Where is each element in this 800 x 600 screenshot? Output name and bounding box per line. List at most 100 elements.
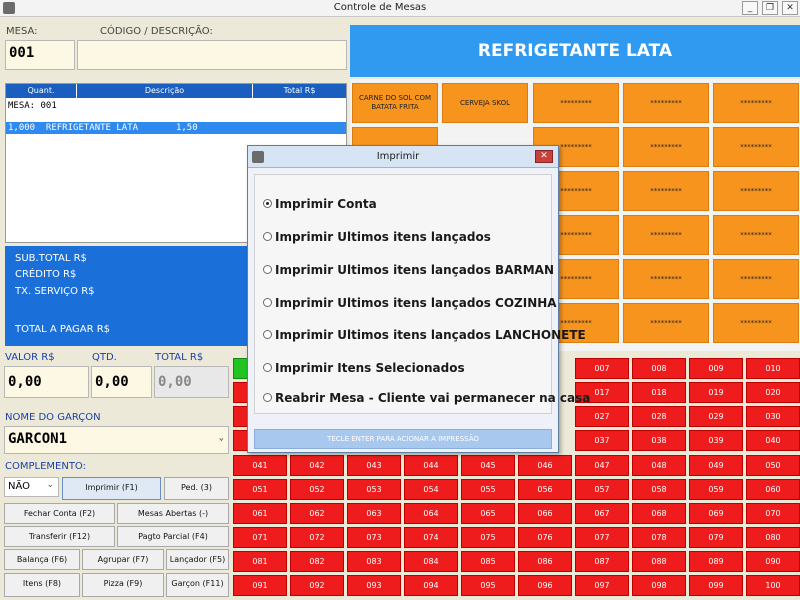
table-button[interactable]: 046 [518, 455, 572, 476]
table-button[interactable]: 074 [404, 527, 458, 548]
table-button[interactable]: 028 [632, 406, 686, 427]
table-button[interactable]: 018 [632, 382, 686, 403]
table-button[interactable]: 027 [575, 406, 629, 427]
table-button[interactable]: 020 [746, 382, 800, 403]
table-button[interactable]: 039 [689, 430, 743, 451]
product-button[interactable]: ********* [713, 259, 799, 299]
option-ultimos-barman[interactable]: Imprimir Ultimos itens lançados BARMAN [263, 263, 554, 277]
table-button[interactable]: 093 [347, 575, 401, 596]
table-button[interactable]: 068 [632, 503, 686, 524]
table-button[interactable]: 053 [347, 479, 401, 500]
table-button[interactable]: 082 [290, 551, 344, 572]
qtd-field[interactable]: 0,00 [91, 366, 152, 398]
table-button[interactable]: 043 [347, 455, 401, 476]
table-button[interactable]: 097 [575, 575, 629, 596]
table-button[interactable]: 063 [347, 503, 401, 524]
valor-field[interactable]: 0,00 [4, 366, 89, 398]
option-ultimos-itens[interactable]: Imprimir Ultimos itens lançados [263, 230, 491, 244]
table-button[interactable]: 044 [404, 455, 458, 476]
table-button[interactable]: 070 [746, 503, 800, 524]
product-button[interactable]: ********* [623, 171, 709, 211]
codigo-field[interactable] [77, 40, 347, 70]
table-button[interactable]: 094 [404, 575, 458, 596]
table-button[interactable]: 064 [404, 503, 458, 524]
table-button[interactable]: 029 [689, 406, 743, 427]
table-button[interactable]: 099 [689, 575, 743, 596]
table-button[interactable]: 030 [746, 406, 800, 427]
dialog-close-button[interactable]: ✕ [535, 150, 553, 163]
table-button[interactable]: 059 [689, 479, 743, 500]
itens-button[interactable]: Itens (F8) [4, 573, 80, 597]
ped-button[interactable]: Ped. (3) [164, 477, 229, 500]
list-item[interactable]: 1,000 REFRIGETANTE LATA 1,50 [6, 122, 346, 134]
option-reabrir-mesa[interactable]: Reabrir Mesa - Cliente vai permanecer na… [263, 391, 590, 405]
option-itens-selecionados[interactable]: Imprimir Itens Selecionados [263, 361, 465, 375]
table-button[interactable]: 045 [461, 455, 515, 476]
product-button[interactable]: ********* [713, 83, 799, 123]
col-header-total[interactable]: Total R$ [253, 84, 346, 98]
table-button[interactable]: 085 [461, 551, 515, 572]
table-button[interactable]: 086 [518, 551, 572, 572]
table-button[interactable]: 075 [461, 527, 515, 548]
pagto-parcial-button[interactable]: Pagto Parcial (F4) [117, 526, 229, 547]
agrupar-button[interactable]: Agrupar (F7) [82, 549, 164, 570]
transferir-button[interactable]: Transferir (F12) [4, 526, 115, 547]
table-button[interactable]: 009 [689, 358, 743, 379]
table-button[interactable]: 067 [575, 503, 629, 524]
table-button[interactable]: 069 [689, 503, 743, 524]
table-button[interactable]: 066 [518, 503, 572, 524]
table-button[interactable]: 019 [689, 382, 743, 403]
product-button[interactable]: ********* [533, 83, 619, 123]
table-button[interactable]: 079 [689, 527, 743, 548]
table-button[interactable]: 100 [746, 575, 800, 596]
table-button[interactable]: 054 [404, 479, 458, 500]
option-ultimos-lanchonete[interactable]: Imprimir Ultimos itens lançados LANCHONE… [263, 328, 586, 342]
fechar-conta-button[interactable]: Fechar Conta (F2) [4, 503, 115, 524]
table-button[interactable]: 058 [632, 479, 686, 500]
option-ultimos-cozinha[interactable]: Imprimir Ultimos itens lançados COZINHA [263, 296, 557, 310]
table-button[interactable]: 062 [290, 503, 344, 524]
table-button[interactable]: 047 [575, 455, 629, 476]
table-button[interactable]: 095 [461, 575, 515, 596]
product-button[interactable]: CERVEJA SKOL [442, 83, 528, 123]
table-button[interactable]: 052 [290, 479, 344, 500]
table-button[interactable]: 088 [632, 551, 686, 572]
minimize-button[interactable]: _ [742, 1, 758, 15]
col-header-quant[interactable]: Quant. [6, 84, 76, 98]
product-button[interactable]: ********* [623, 83, 709, 123]
table-button[interactable]: 038 [632, 430, 686, 451]
table-button[interactable]: 089 [689, 551, 743, 572]
table-button[interactable]: 041 [233, 455, 287, 476]
imprimir-button[interactable]: Imprimir (F1) [62, 477, 161, 500]
mesa-field[interactable]: 001 [5, 40, 75, 70]
table-button[interactable]: 048 [632, 455, 686, 476]
table-button[interactable]: 083 [347, 551, 401, 572]
col-header-descricao[interactable]: Descrição [77, 84, 252, 98]
product-button[interactable]: ********* [623, 303, 709, 343]
table-button[interactable]: 071 [233, 527, 287, 548]
product-button[interactable]: ********* [623, 215, 709, 255]
product-button[interactable]: ********* [623, 127, 709, 167]
table-button[interactable]: 040 [746, 430, 800, 451]
garcon-button[interactable]: Garçon (F11) [166, 573, 229, 597]
table-button[interactable]: 010 [746, 358, 800, 379]
table-button[interactable]: 081 [233, 551, 287, 572]
lancador-button[interactable]: Lançador (F5) [166, 549, 229, 570]
table-button[interactable]: 084 [404, 551, 458, 572]
table-button[interactable]: 056 [518, 479, 572, 500]
table-button[interactable]: 061 [233, 503, 287, 524]
product-button[interactable]: ********* [713, 171, 799, 211]
product-button[interactable]: ********* [713, 215, 799, 255]
table-button[interactable]: 060 [746, 479, 800, 500]
table-button[interactable]: 078 [632, 527, 686, 548]
table-button[interactable]: 049 [689, 455, 743, 476]
table-button[interactable]: 050 [746, 455, 800, 476]
table-button[interactable]: 051 [233, 479, 287, 500]
table-button[interactable]: 077 [575, 527, 629, 548]
close-button[interactable]: ✕ [782, 1, 798, 15]
table-button[interactable]: 042 [290, 455, 344, 476]
table-button[interactable]: 092 [290, 575, 344, 596]
table-button[interactable]: 080 [746, 527, 800, 548]
pizza-button[interactable]: Pizza (F9) [82, 573, 164, 597]
table-button[interactable]: 073 [347, 527, 401, 548]
